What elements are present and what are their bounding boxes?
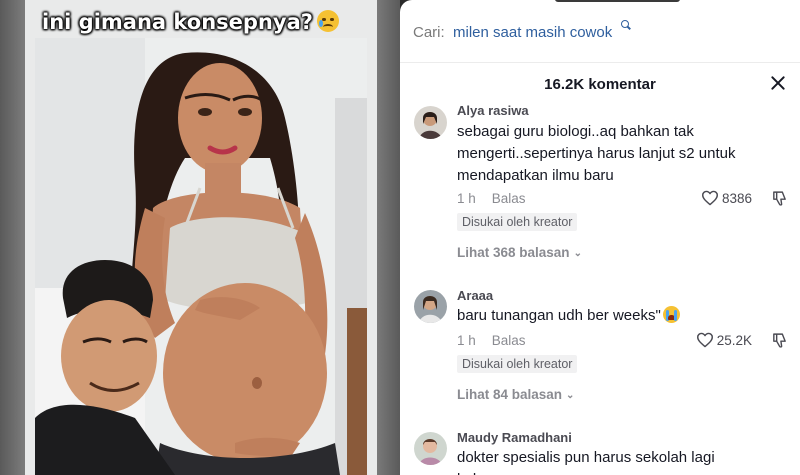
dislike-icon[interactable] [771, 332, 788, 349]
creator-liked-badge: Disukai oleh kreator [457, 355, 578, 373]
like-count: 25.2K [716, 332, 752, 348]
video-photo [35, 38, 367, 475]
like-button[interactable]: 8386 [701, 190, 752, 206]
comment-meta: 1 h Balas [457, 191, 526, 206]
chevron-down-icon: ⌄ [566, 390, 575, 401]
avatar[interactable] [414, 106, 447, 139]
comment-text: dokter spesialis pun harus sekolah lagi … [457, 449, 715, 475]
comment-count: 16.2K komentar [544, 76, 656, 93]
view-replies-button[interactable]: Lihat 368 balasan ⌄ [457, 245, 582, 260]
view-replies-label: Lihat 84 balasan [457, 387, 563, 402]
video-caption: ini gimana konsepnya? [42, 10, 339, 34]
comment-username[interactable]: Maudy Ramadhani [457, 430, 572, 445]
like-count: 8386 [721, 190, 752, 206]
close-icon[interactable] [769, 74, 787, 92]
video-caption-text: ini gimana konsepnya? [42, 10, 313, 34]
comment-username[interactable]: Alya rasiwa [457, 103, 529, 118]
heart-icon [696, 332, 713, 348]
creator-liked-badge: Disukai oleh kreator [457, 213, 578, 231]
reply-button[interactable]: Balas [492, 333, 526, 348]
heart-icon [701, 190, 718, 206]
avatar[interactable] [414, 290, 447, 323]
video-pane[interactable]: ini gimana konsepnya? [0, 0, 400, 475]
crying-face-emoji-icon [316, 10, 339, 32]
comment-time: 1 h [457, 333, 476, 348]
chevron-down-icon: ⌄ [573, 248, 582, 259]
crying-emoji-icon [662, 306, 680, 323]
video-frame[interactable] [25, 0, 377, 475]
comment-time: 1 h [457, 191, 476, 206]
like-button[interactable]: 25.2K [696, 332, 752, 348]
comments-panel: Cari: milen saat masih cowok 16.2K komen… [400, 0, 800, 475]
search-prefix: Cari: [413, 24, 445, 41]
comment-username[interactable]: Araaa [457, 288, 493, 303]
search-icon[interactable] [621, 20, 629, 28]
comment-text-content: baru tunangan udh ber weeks" [457, 307, 661, 324]
search-query-link[interactable]: milen saat masih cowok [453, 24, 612, 41]
view-replies-button[interactable]: Lihat 84 balasan ⌄ [457, 387, 574, 402]
reply-button[interactable]: Balas [492, 191, 526, 206]
view-replies-label: Lihat 368 balasan [457, 245, 570, 260]
comment-meta: 1 h Balas [457, 333, 526, 348]
dislike-icon[interactable] [771, 190, 788, 207]
comment-text: sebagai guru biologi..aq bahkan tak meng… [457, 123, 736, 184]
search-suggestion[interactable]: Cari: milen saat masih cowok [400, 0, 800, 63]
comment-text: baru tunangan udh ber weeks" [457, 305, 762, 327]
avatar[interactable] [414, 432, 447, 465]
